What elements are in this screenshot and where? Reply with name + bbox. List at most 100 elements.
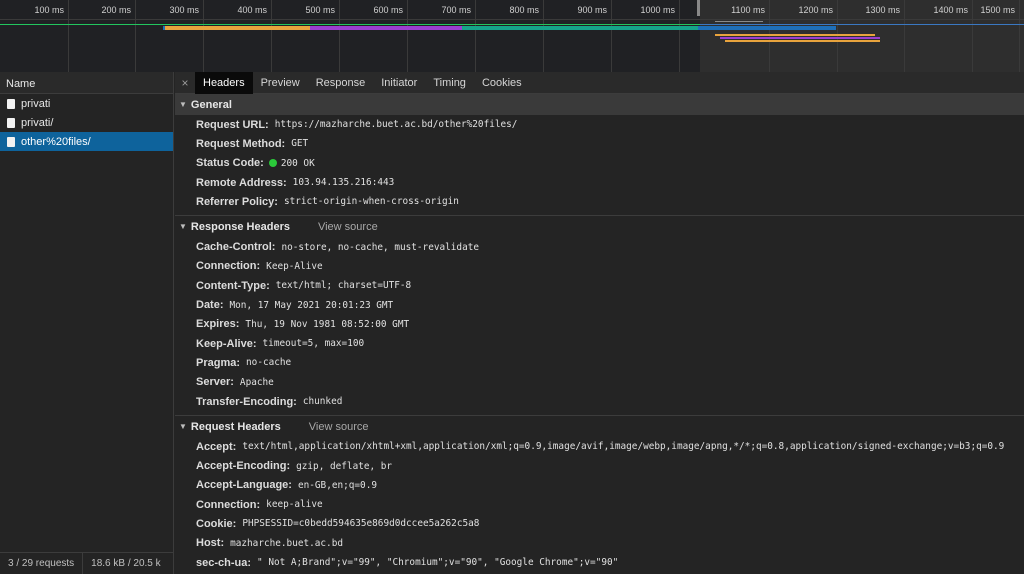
timeline-tick-label: 1500 ms xyxy=(980,5,1015,15)
header-row: sec-ch-ua: " Not A;Brand";v="99", "Chromi… xyxy=(175,553,1024,572)
header-value: Mon, 17 May 2021 20:01:23 GMT xyxy=(229,299,394,311)
header-value: text/html; charset=UTF-8 xyxy=(275,280,412,292)
header-value: " Not A;Brand";v="99", "Chromium";v="90"… xyxy=(257,557,619,569)
header-value: keep-alive xyxy=(266,499,323,511)
document-icon xyxy=(7,117,15,128)
request-row[interactable]: other%20files/ xyxy=(0,132,173,151)
header-row: Accept: text/html,application/xhtml+xml,a… xyxy=(175,437,1024,456)
header-row: Connection: keep-alive xyxy=(175,495,1024,514)
requests-count: 3 / 29 requests xyxy=(8,558,75,569)
header-value: GET xyxy=(291,138,309,150)
header-row: Referrer Policy: strict-origin-when-cross… xyxy=(175,192,1024,211)
header-row: Pragma: no-cache xyxy=(175,353,1024,372)
header-row: Content-Type: text/html; charset=UTF-8 xyxy=(175,276,1024,295)
header-key: Accept-Encoding: xyxy=(196,460,291,473)
request-row[interactable]: privati/ xyxy=(0,113,173,132)
timeline-overview[interactable]: 100 ms 200 ms 300 ms 400 ms 500 ms 600 ms 700 … xyxy=(0,0,1024,72)
summary-status-bar: 3 / 29 requests 18.6 kB / 20.5 k xyxy=(0,552,174,574)
header-key: Referrer Policy: xyxy=(196,195,278,208)
timeline-gridline xyxy=(543,0,544,72)
header-row: Server: Apache xyxy=(175,373,1024,392)
timeline-tick-label: 500 ms xyxy=(305,5,335,15)
general-section-header[interactable]: ▼ General xyxy=(175,94,1024,115)
request-row[interactable]: privati xyxy=(0,94,173,113)
header-row: Cache-Control: no-store, no-cache, must-r… xyxy=(175,237,1024,256)
overview-bar-waiting xyxy=(163,26,310,30)
header-value: mazharche.buet.ac.bd xyxy=(230,537,343,549)
status-ok-dot-icon xyxy=(268,159,277,168)
timeline-gridline xyxy=(1019,0,1020,72)
header-key: Pragma: xyxy=(196,356,241,369)
request-headers-section: Accept: text/html,application/xhtml+xml,a… xyxy=(175,437,1024,574)
overview-bar-ssl xyxy=(310,26,462,30)
tab-preview[interactable]: Preview xyxy=(253,72,308,94)
details-tab-bar: × Headers Preview Response Initiator Timing C… xyxy=(175,72,1024,94)
collapse-triangle-icon: ▼ xyxy=(179,222,187,232)
overview-mini-3 xyxy=(720,37,880,39)
timeline-gridline xyxy=(475,0,476,72)
request-list-panel: Name privati privati/other%20files/ 3 / 2… xyxy=(0,72,174,574)
overview-mini-2 xyxy=(715,34,875,36)
response-headers-section: Cache-Control: no-store, no-cache, must-r… xyxy=(175,237,1024,417)
overview-mini-4 xyxy=(725,40,880,42)
document-icon xyxy=(7,136,15,147)
timeline-gridline xyxy=(68,0,69,72)
request-name: other%20files/ xyxy=(21,135,91,148)
header-key: Transfer-Encoding: xyxy=(196,395,297,408)
timeline-gridline xyxy=(135,0,136,72)
tab-headers[interactable]: Headers xyxy=(195,72,253,94)
tab-response[interactable]: Response xyxy=(308,72,374,94)
header-row: Cookie: PHPSESSID=c0bedd594635e869d0dccee… xyxy=(175,514,1024,533)
request-view-source-link[interactable]: View source xyxy=(309,421,369,433)
request-list: privati privati/other%20files/ xyxy=(0,94,173,151)
header-value: Apache xyxy=(239,376,274,388)
timeline-tick-label: 1200 ms xyxy=(798,5,833,15)
timeline-gridline xyxy=(203,0,204,72)
close-icon[interactable]: × xyxy=(175,76,195,90)
timeline-tick-label: 600 ms xyxy=(373,5,403,15)
header-key: Host: xyxy=(196,537,225,550)
timeline-tick-label: 1300 ms xyxy=(865,5,900,15)
header-key: Keep-Alive: xyxy=(196,337,257,350)
header-row: Status Code: 200 OK xyxy=(175,154,1024,173)
request-headers-section-header[interactable]: ▼ Request Headers View source xyxy=(175,416,1024,437)
collapse-triangle-icon: ▼ xyxy=(179,100,187,109)
header-value: text/html,application/xhtml+xml,applicat… xyxy=(242,441,1005,453)
timeline-tick-label: 1100 ms xyxy=(731,5,765,15)
header-key: Connection: xyxy=(196,260,261,273)
timeline-tick-label: 400 ms xyxy=(237,5,267,15)
header-value: Thu, 19 Nov 1981 08:52:00 GMT xyxy=(245,318,410,330)
timeline-tick-label: 900 ms xyxy=(577,5,607,15)
request-name: privati xyxy=(21,97,51,110)
timeline-tick-label: 700 ms xyxy=(441,5,471,15)
header-value: gzip, deflate, br xyxy=(296,460,393,472)
tab-timing[interactable]: Timing xyxy=(425,72,474,94)
overview-bar-start xyxy=(163,26,165,30)
header-key: Accept: xyxy=(196,440,237,453)
header-row: Date: Mon, 17 May 2021 20:01:23 GMT xyxy=(175,295,1024,314)
header-value: chunked xyxy=(302,396,343,407)
overview-bar-download xyxy=(698,26,836,30)
header-row: Accept-Language: en-GB,en;q=0.9 xyxy=(175,476,1024,495)
name-column-header[interactable]: Name xyxy=(0,72,173,94)
header-row: Keep-Alive: timeout=5, max=100 xyxy=(175,334,1024,353)
request-details-panel: × Headers Preview Response Initiator Timing C… xyxy=(175,72,1024,574)
timeline-gridline xyxy=(407,0,408,72)
header-row: Transfer-Encoding: chunked xyxy=(175,392,1024,411)
response-headers-section-header[interactable]: ▼ Response Headers View source xyxy=(175,216,1024,237)
general-section: Request URL: https://mazharche.buet.ac.bd… xyxy=(175,115,1024,217)
tab-cookies[interactable]: Cookies xyxy=(474,72,530,94)
header-row: Request URL: https://mazharche.buet.ac.bd… xyxy=(175,115,1024,134)
header-value: https://mazharche.buet.ac.bd/other%20fil… xyxy=(274,119,518,131)
document-icon xyxy=(7,98,15,109)
header-value: 200 OK xyxy=(280,157,315,169)
timeline-gridline xyxy=(904,0,905,72)
timeline-tick-label: 300 ms xyxy=(169,5,199,15)
header-key: Accept-Language: xyxy=(196,479,292,492)
overview-mini-1 xyxy=(715,21,763,22)
tab-initiator[interactable]: Initiator xyxy=(373,72,425,94)
header-key: Expires: xyxy=(196,318,240,331)
header-value: PHPSESSID=c0bedd594635e869d0dccee5a262c5… xyxy=(242,518,480,530)
header-row: Accept-Encoding: gzip, deflate, br xyxy=(175,456,1024,475)
response-view-source-link[interactable]: View source xyxy=(318,221,378,233)
